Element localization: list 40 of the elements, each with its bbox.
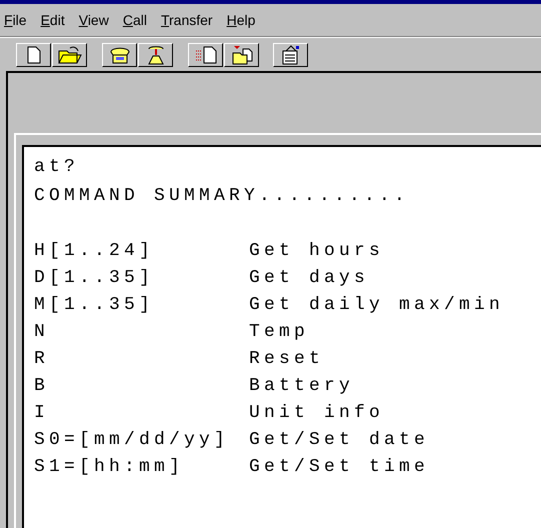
- command-code: S0=[mm/dd/yy]: [34, 429, 230, 452]
- command-description: Temp: [249, 321, 310, 344]
- command-description: Get/Set date: [249, 429, 430, 452]
- command-code: D[1..35]: [34, 267, 156, 290]
- receive-button[interactable]: [224, 42, 259, 66]
- command-description: Get/Set time: [249, 456, 430, 479]
- menu-item[interactable]: View: [78, 10, 109, 30]
- command-description: Battery: [249, 375, 354, 398]
- blank-page-icon: [26, 46, 40, 64]
- command-code: N: [34, 321, 50, 344]
- menu-item[interactable]: Transfer: [160, 10, 213, 30]
- receive-folder-icon: [230, 44, 252, 64]
- menu-item[interactable]: Edit: [40, 10, 65, 30]
- command-code: S1=[hh:mm]: [34, 456, 186, 479]
- command-code: M[1..35]: [34, 294, 156, 317]
- folder-icon: [58, 46, 82, 64]
- properties-button[interactable]: [273, 42, 308, 66]
- command-description: Unit info: [249, 402, 384, 425]
- menu-item[interactable]: File: [4, 10, 27, 30]
- telephone-hang-up-icon: [146, 44, 166, 64]
- terminal-line: at?: [34, 156, 80, 179]
- command-description: Get days: [249, 267, 370, 290]
- command-code: H[1..24]: [34, 240, 156, 263]
- call-button[interactable]: [102, 42, 137, 66]
- properties-icon: [280, 44, 300, 64]
- menu-item[interactable]: Help: [226, 10, 256, 30]
- send-button[interactable]: [188, 42, 223, 66]
- send-page-icon: [194, 46, 216, 64]
- new-button[interactable]: [16, 42, 51, 66]
- command-code: B: [34, 375, 50, 398]
- terminal-line: COMMAND SUMMARY..........: [34, 185, 410, 208]
- menu-item[interactable]: Call: [122, 10, 147, 30]
- command-code: R: [34, 348, 50, 371]
- telephone-icon: [108, 46, 130, 64]
- command-description: Get daily max/min: [249, 294, 504, 317]
- open-button[interactable]: [52, 42, 87, 66]
- command-description: Get hours: [249, 240, 384, 263]
- hang-up-button[interactable]: [138, 42, 173, 66]
- command-description: Reset: [249, 348, 324, 371]
- command-code: I: [34, 402, 50, 425]
